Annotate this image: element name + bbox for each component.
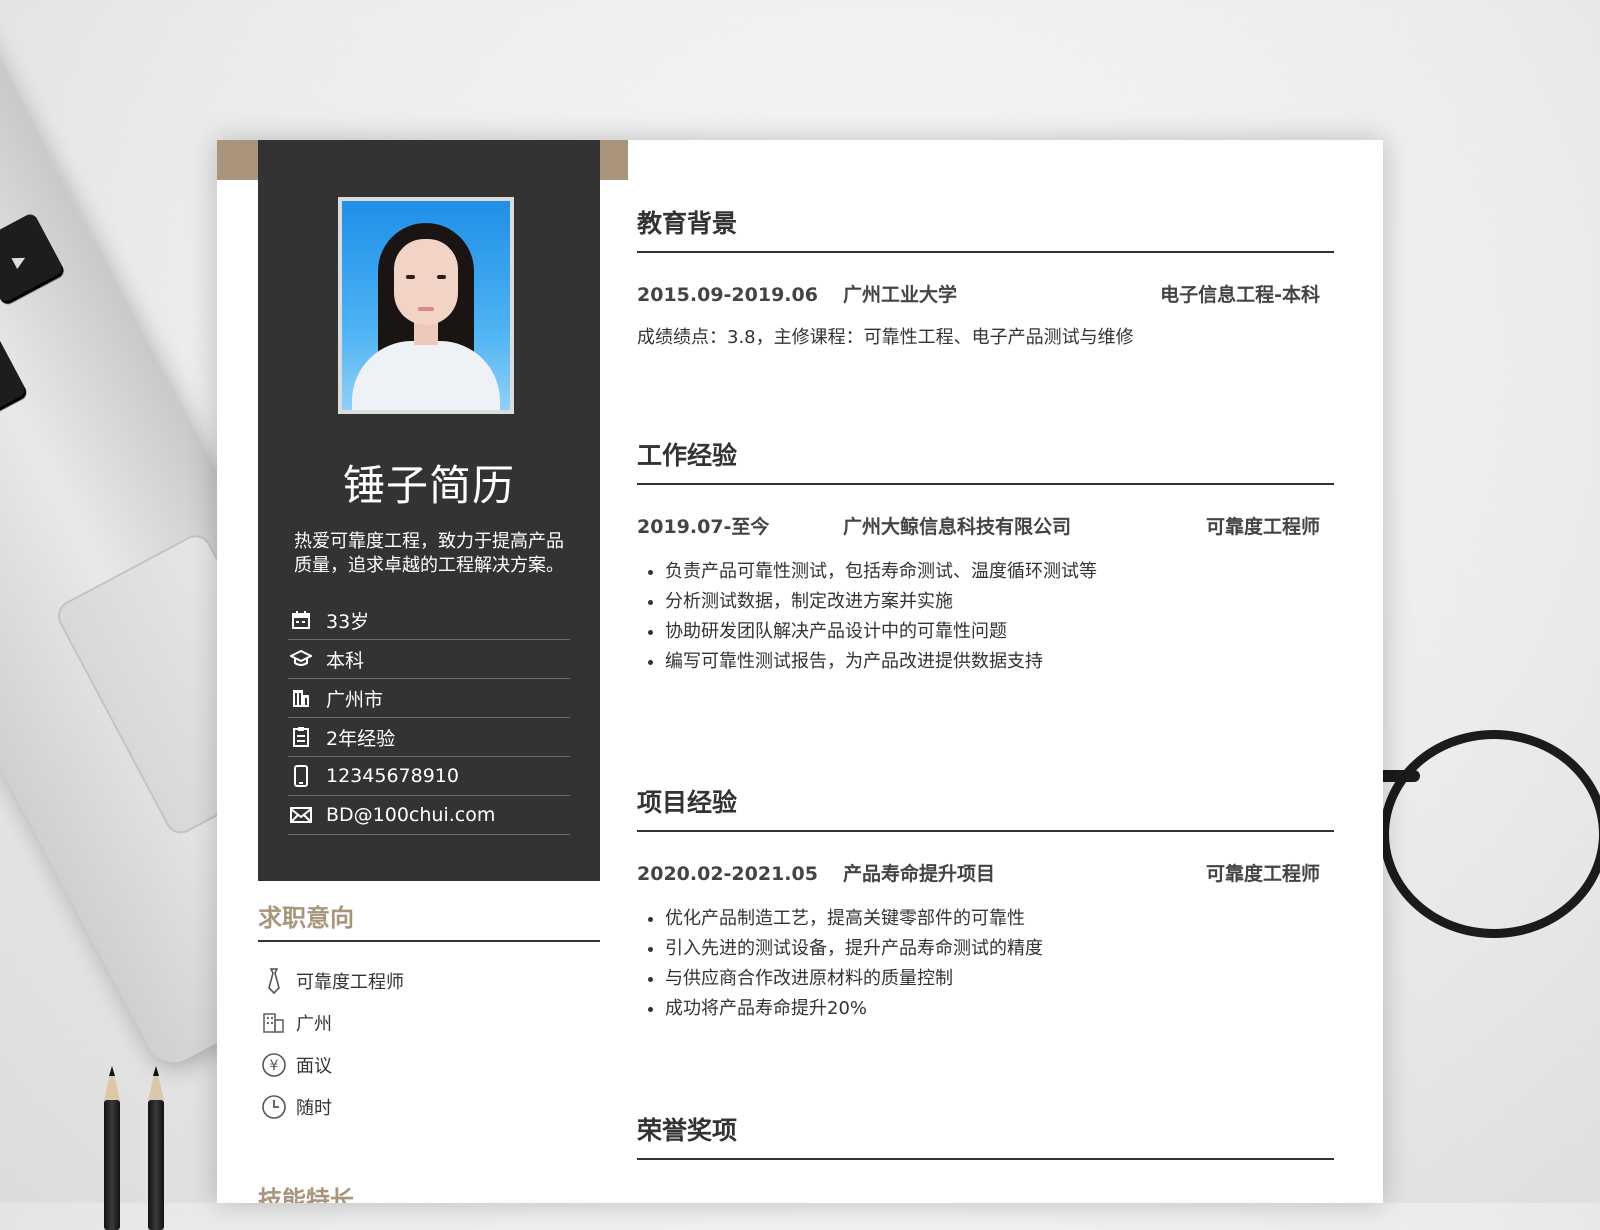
intent-salary: ¥ 面议 <box>260 1044 404 1086</box>
project-section: 项目经验 2020.02-2021.05 产品寿命提升项目 可靠度工程师 优化产… <box>637 786 1334 1024</box>
profile-name: 锤子简历 <box>342 461 515 510</box>
project-date: 2020.02-2021.05 <box>637 863 818 885</box>
info-text: 12345678910 <box>326 765 459 787</box>
info-experience: 2年经验 <box>288 718 570 757</box>
clipboard-icon <box>288 726 314 748</box>
honors-section: 荣誉奖项 <box>637 1114 1334 1160</box>
honors-section-title: 荣誉奖项 <box>637 1114 1334 1160</box>
info-text: BD@100chui.com <box>326 804 496 826</box>
skills-section-title: 技能特长 <box>258 1186 354 1203</box>
work-entry-header: 2019.07-至今 广州大鲸信息科技有限公司 可靠度工程师 <box>637 513 1334 541</box>
education-section: 教育背景 2015.09-2019.06 广州工业大学 电子信息工程-本科 成绩… <box>637 207 1334 349</box>
work-role: 可靠度工程师 <box>1205 516 1320 538</box>
intent-text: 广州 <box>296 1014 332 1035</box>
profile-motto: 热爱可靠度工程，致力于提高产品质量，追求卓越的工程解决方案。 <box>294 531 564 576</box>
svg-text:¥: ¥ <box>270 1058 279 1074</box>
education-entry-header: 2015.09-2019.06 广州工业大学 电子信息工程-本科 <box>637 281 1334 309</box>
info-text: 本科 <box>326 649 365 672</box>
list-item: 编写可靠性测试报告，为产品改进提供数据支持 <box>665 647 1334 677</box>
info-education: 本科 <box>288 640 570 679</box>
education-major: 电子信息工程-本科 <box>1160 284 1320 306</box>
phone-icon <box>288 765 314 787</box>
clock-icon <box>260 1094 288 1120</box>
info-phone: 12345678910 <box>288 757 570 796</box>
work-bullet-list: 负责产品可靠性测试，包括寿命测试、温度循环测试等 分析测试数据，制定改进方案并实… <box>637 557 1334 677</box>
info-text: 33岁 <box>326 610 370 633</box>
glasses-decoration <box>1380 730 1600 938</box>
education-school: 广州工业大学 <box>843 284 958 306</box>
list-item: 负责产品可靠性测试，包括寿命测试、温度循环测试等 <box>665 557 1334 587</box>
intent-section-title: 求职意向 <box>258 898 600 942</box>
profile-info-list: 33岁 本科 广州市 2年经验 12345678910 BD@100chui.c… <box>288 601 570 835</box>
graduation-cap-icon <box>288 648 314 670</box>
intent-city: 广州 <box>260 1002 404 1044</box>
profile-panel: 锤子简历 热爱可靠度工程，致力于提高产品质量，追求卓越的工程解决方案。 33岁 … <box>258 140 600 881</box>
work-section-title: 工作经验 <box>637 439 1334 485</box>
list-item: 优化产品制造工艺，提高关键零部件的可靠性 <box>665 904 1334 934</box>
intent-position: 可靠度工程师 <box>260 960 404 1002</box>
tie-icon <box>260 968 288 994</box>
info-text: 2年经验 <box>326 727 396 750</box>
intent-list: 可靠度工程师 广州 ¥ 面议 随时 <box>260 960 404 1128</box>
intent-text: 随时 <box>296 1098 332 1119</box>
calendar-icon <box>288 609 314 631</box>
info-city: 广州市 <box>288 679 570 718</box>
pencil-decoration <box>104 1066 120 1230</box>
yuan-coin-icon: ¥ <box>260 1052 288 1078</box>
intent-text: 面议 <box>296 1056 332 1077</box>
info-text: 广州市 <box>326 688 384 711</box>
pencil-decoration <box>148 1066 164 1230</box>
list-item: 引入先进的测试设备，提升产品寿命测试的精度 <box>665 934 1334 964</box>
list-item: 成功将产品寿命提升20% <box>665 994 1334 1024</box>
work-section: 工作经验 2019.07-至今 广州大鲸信息科技有限公司 可靠度工程师 负责产品… <box>637 439 1334 677</box>
list-item: 分析测试数据，制定改进方案并实施 <box>665 587 1334 617</box>
info-email: BD@100chui.com <box>288 796 570 835</box>
education-section-title: 教育背景 <box>637 207 1334 253</box>
intent-text: 可靠度工程师 <box>296 972 404 993</box>
project-role: 可靠度工程师 <box>1205 863 1320 885</box>
profile-photo <box>338 197 514 414</box>
office-building-icon <box>260 1010 288 1036</box>
laptop-key: ▼ <box>0 333 29 429</box>
project-bullet-list: 优化产品制造工艺，提高关键零部件的可靠性 引入先进的测试设备，提升产品寿命测试的… <box>637 904 1334 1024</box>
project-name: 产品寿命提升项目 <box>843 863 996 885</box>
building-icon <box>288 687 314 709</box>
resume-page: 锤子简历 热爱可靠度工程，致力于提高产品质量，追求卓越的工程解决方案。 33岁 … <box>217 140 1383 1203</box>
project-section-title: 项目经验 <box>637 786 1334 832</box>
intent-availability: 随时 <box>260 1086 404 1128</box>
info-age: 33岁 <box>288 601 570 640</box>
project-entry-header: 2020.02-2021.05 产品寿命提升项目 可靠度工程师 <box>637 860 1334 888</box>
work-company: 广州大鲸信息科技有限公司 <box>843 516 1072 538</box>
list-item: 协助研发团队解决产品设计中的可靠性问题 <box>665 617 1334 647</box>
laptop-key: ▶ <box>0 211 67 307</box>
list-item: 与供应商合作改进原材料的质量控制 <box>665 964 1334 994</box>
work-date: 2019.07-至今 <box>637 516 770 538</box>
education-date: 2015.09-2019.06 <box>637 284 818 306</box>
envelope-icon <box>288 804 314 826</box>
education-description: 成绩绩点：3.8，主修课程：可靠性工程、电子产品测试与维修 <box>637 327 1134 348</box>
